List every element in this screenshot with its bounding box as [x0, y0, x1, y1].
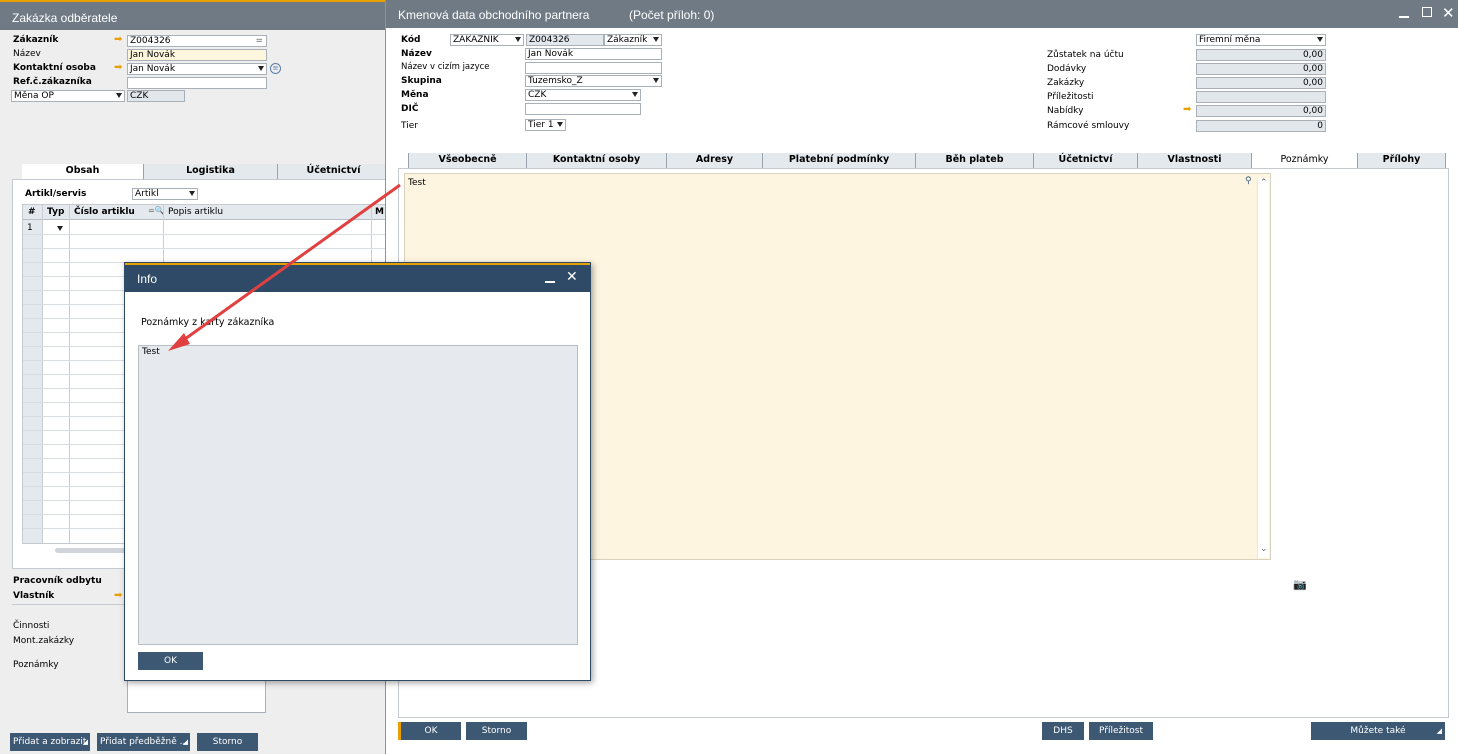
annotation-arrow — [168, 183, 401, 351]
